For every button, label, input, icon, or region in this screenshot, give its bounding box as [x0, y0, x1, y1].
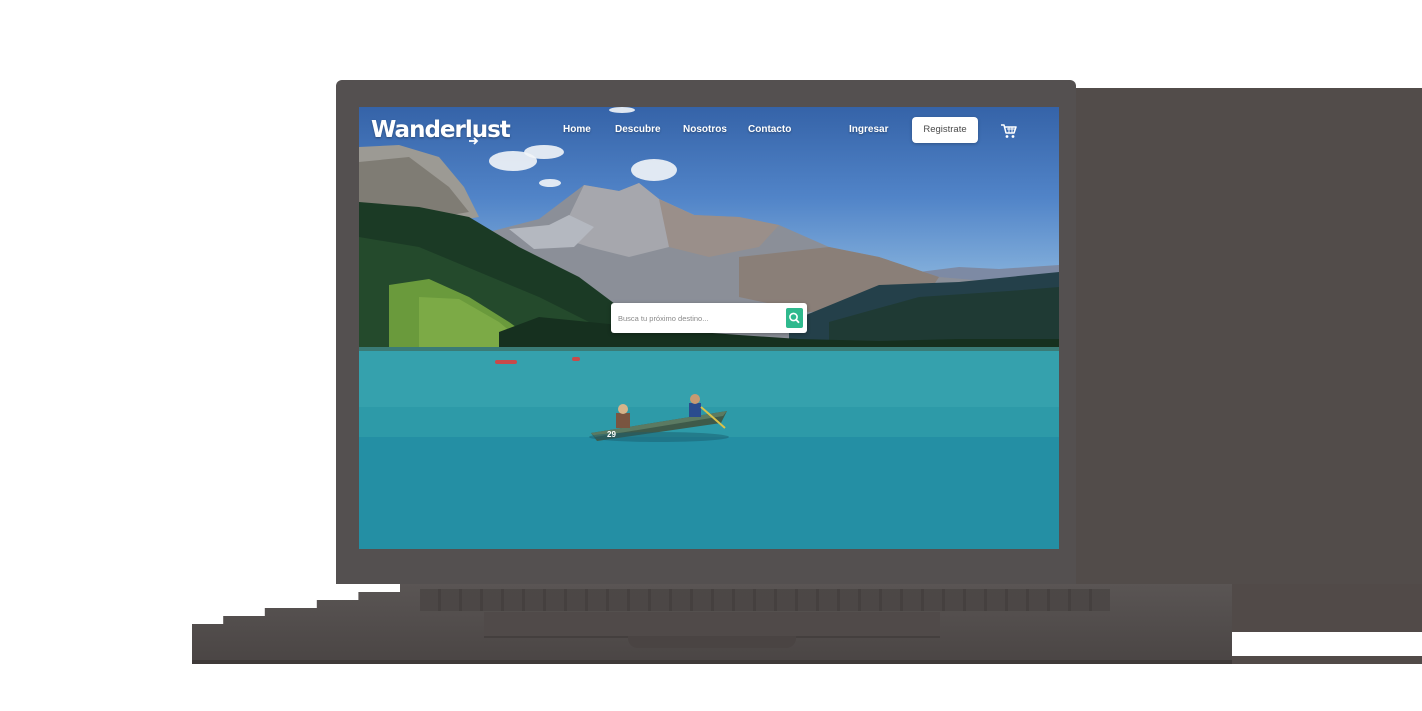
nav-descubre[interactable]: Descubre — [615, 124, 661, 135]
laptop-keyboard — [420, 589, 1110, 611]
laptop-shadow-base — [1232, 656, 1422, 664]
laptop-lip — [628, 636, 796, 648]
site-logo[interactable]: Wanderlust — [371, 117, 511, 143]
mockup-stage: 29 Wanderlust Home Descubre Nosotros Con… — [0, 0, 1422, 711]
search-bar — [611, 303, 807, 333]
login-link[interactable]: Ingresar — [849, 124, 888, 135]
canoe-number: 29 — [607, 430, 616, 439]
laptop-shadow — [1064, 88, 1422, 584]
background-gap — [1232, 632, 1422, 656]
arrow-icon — [469, 137, 479, 145]
search-icon — [789, 312, 800, 324]
search-input[interactable] — [611, 303, 781, 333]
laptop-trackpad — [484, 612, 940, 638]
search-button[interactable] — [786, 308, 803, 328]
laptop-base-edge — [192, 660, 1232, 664]
shopping-cart-icon[interactable] — [1000, 122, 1018, 140]
nav-nosotros[interactable]: Nosotros — [683, 124, 727, 135]
nav-contacto[interactable]: Contacto — [748, 124, 791, 135]
website-screen: 29 Wanderlust Home Descubre Nosotros Con… — [359, 107, 1059, 549]
register-button[interactable]: Registrate — [912, 117, 978, 143]
nav-home[interactable]: Home — [563, 124, 591, 135]
